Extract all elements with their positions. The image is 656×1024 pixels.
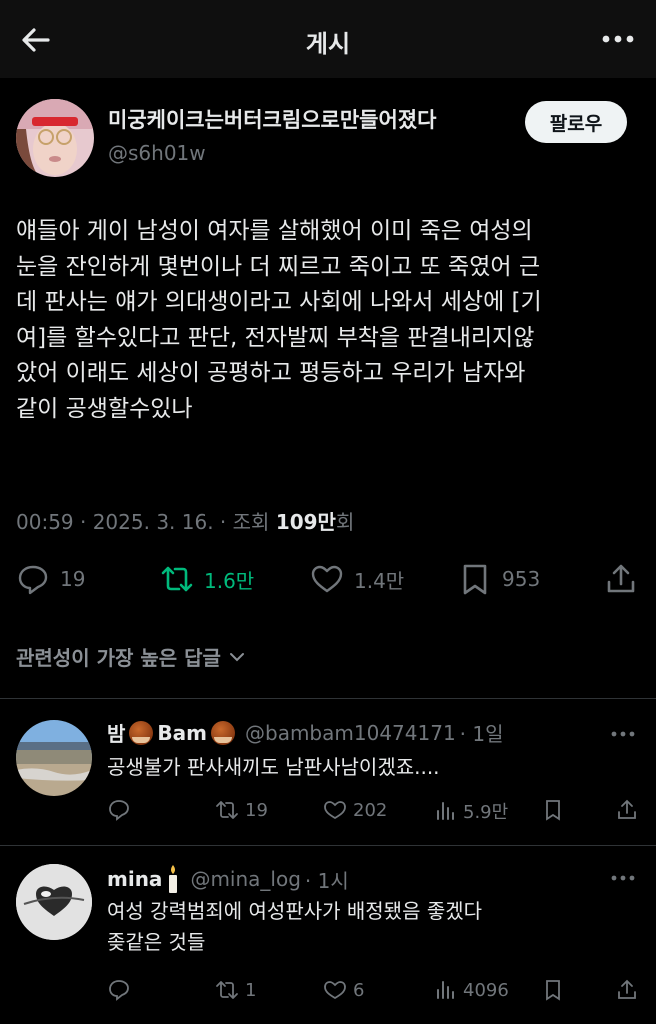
reply-text-line: 좆같은 것들	[107, 930, 206, 954]
like-button[interactable]: 1.4만	[310, 562, 404, 596]
bookmark-button[interactable]	[541, 978, 565, 1002]
candle-icon	[166, 864, 180, 894]
page-title: 게시	[305, 30, 351, 58]
reply-header: 밤 Bam @bambam10474171 · 1일	[107, 718, 504, 747]
share-icon	[607, 564, 635, 593]
reply-text: 여성 강력범죄에 여성판사가 배정됐음 좋겠다 좆같은 것들	[107, 896, 482, 958]
repost-button[interactable]: 1	[215, 978, 256, 1002]
view-suffix: 회	[335, 510, 355, 534]
share-button[interactable]	[615, 978, 639, 1002]
chestnut-icon	[129, 720, 154, 745]
author-handle[interactable]: @s6h01w	[108, 141, 206, 165]
views-icon	[437, 802, 454, 820]
chestnut-icon	[211, 720, 235, 745]
reply-button[interactable]: 19	[16, 562, 85, 596]
sort-label: 관련성이 가장 높은 답글	[16, 646, 221, 670]
like-button[interactable]: 6	[323, 978, 364, 1002]
reply-sort-selector[interactable]: 관련성이 가장 높은 답글	[16, 642, 247, 671]
share-button[interactable]	[615, 798, 639, 822]
post-text: 얘들아 게이 남성이 여자를 살해했어 이미 죽은 여성의 눈을 잔인하게 몇번…	[16, 214, 644, 427]
reply-actions: 19 202 5.9만	[107, 798, 647, 828]
more-icon[interactable]	[598, 24, 638, 54]
post-text-line: 얘들아 게이 남성이 여자를 살해했어 이미 죽은 여성의	[16, 218, 533, 244]
post-text-line: 눈을 잔인하게 몇번이나 더 찌르고 죽이고 또 죽였어 근	[16, 253, 541, 280]
author-name[interactable]: 미궁케이크는버터크림으로만들어졌다	[108, 104, 436, 134]
post-timestamp[interactable]: 00:59 · 2025. 3. 16. · 조회	[16, 510, 276, 534]
reply-text-line: 공생불가 판사새끼도 남판사남이겠죠....	[107, 755, 440, 779]
repost-count: 1	[245, 979, 257, 1001]
views-button[interactable]: 5.9만	[433, 798, 508, 824]
bookmark-icon	[546, 980, 560, 1001]
reply-author-handle[interactable]: @bambam10474171	[245, 721, 456, 745]
author-avatar[interactable]	[16, 99, 94, 177]
reply-button[interactable]	[107, 978, 131, 1002]
post-meta: 00:59 · 2025. 3. 16. · 조회 109만회	[16, 506, 354, 535]
divider	[0, 698, 656, 699]
views-button[interactable]: 4096	[433, 978, 509, 1002]
reply-icon	[109, 980, 129, 1001]
reply-button[interactable]	[107, 798, 131, 822]
share-icon	[618, 979, 636, 999]
reply-icon	[18, 565, 48, 595]
reply-author-name[interactable]: 밤	[107, 718, 125, 747]
reply-time[interactable]: · 1일	[460, 718, 504, 747]
reply-avatar[interactable]	[16, 720, 92, 796]
repost-icon	[216, 981, 238, 999]
reply-text-line: 여성 강력범죄에 여성판사가 배정됐음 좋겠다	[107, 899, 483, 923]
like-count: 1.4만	[354, 568, 405, 593]
post-text-line: 았어 이래도 세상이 공평하고 평등하고 우리가 남자와	[16, 360, 526, 386]
view-count: 109만	[275, 510, 336, 534]
views-count: 5.9만	[463, 802, 509, 823]
bookmark-count: 953	[502, 567, 541, 591]
views-icon	[437, 981, 454, 999]
like-icon	[324, 981, 346, 1000]
chevron-down-icon	[229, 652, 244, 661]
repost-button[interactable]: 1.6만	[160, 562, 254, 596]
reply-avatar[interactable]	[16, 864, 92, 940]
post-actions: 19 1.6만 1.4만 953	[0, 562, 656, 608]
post-text-line: 여]를 할수있다고 판단, 전자발찌 부착을 판결내리지않	[16, 324, 535, 351]
post-text-line: 데 판사는 얘가 의대생이라고 사회에 나와서 세상에 [기	[16, 289, 542, 315]
bookmark-button[interactable]	[541, 798, 565, 822]
more-icon[interactable]	[608, 724, 638, 744]
post-text-line: 같이 공생할수있나	[16, 395, 193, 422]
repost-icon	[161, 566, 193, 592]
repost-count: 1.6만	[204, 568, 255, 593]
bookmark-icon	[463, 564, 487, 595]
like-icon	[324, 801, 346, 820]
reply-time[interactable]: · 1시	[305, 865, 349, 894]
follow-button[interactable]: 팔로우	[525, 101, 627, 143]
share-icon	[618, 799, 636, 819]
reply-count: 19	[60, 567, 86, 591]
like-button[interactable]: 202	[323, 798, 387, 822]
reply-author-handle[interactable]: @mina_log	[190, 867, 300, 891]
top-bar: 게시	[0, 0, 656, 78]
views-count: 4096	[463, 979, 509, 1001]
reply-icon	[109, 800, 129, 821]
reply-header: mina @mina_log · 1시	[107, 864, 349, 894]
repost-icon	[216, 801, 238, 819]
reply-author-name[interactable]: mina	[107, 867, 162, 891]
share-button[interactable]	[604, 562, 638, 596]
like-icon	[311, 565, 343, 593]
bookmark-button[interactable]: 953	[458, 562, 540, 596]
divider	[0, 845, 656, 846]
reply-author-name-part[interactable]: Bam	[157, 721, 207, 745]
like-count: 6	[353, 979, 365, 1001]
bookmark-icon	[546, 800, 560, 821]
reply-text: 공생불가 판사새끼도 남판사남이겠죠....	[107, 752, 440, 783]
repost-count: 19	[245, 799, 268, 821]
repost-button[interactable]: 19	[215, 798, 268, 822]
more-icon[interactable]	[608, 868, 638, 888]
like-count: 202	[353, 799, 388, 821]
reply-actions: 1 6 4096	[107, 978, 647, 1008]
